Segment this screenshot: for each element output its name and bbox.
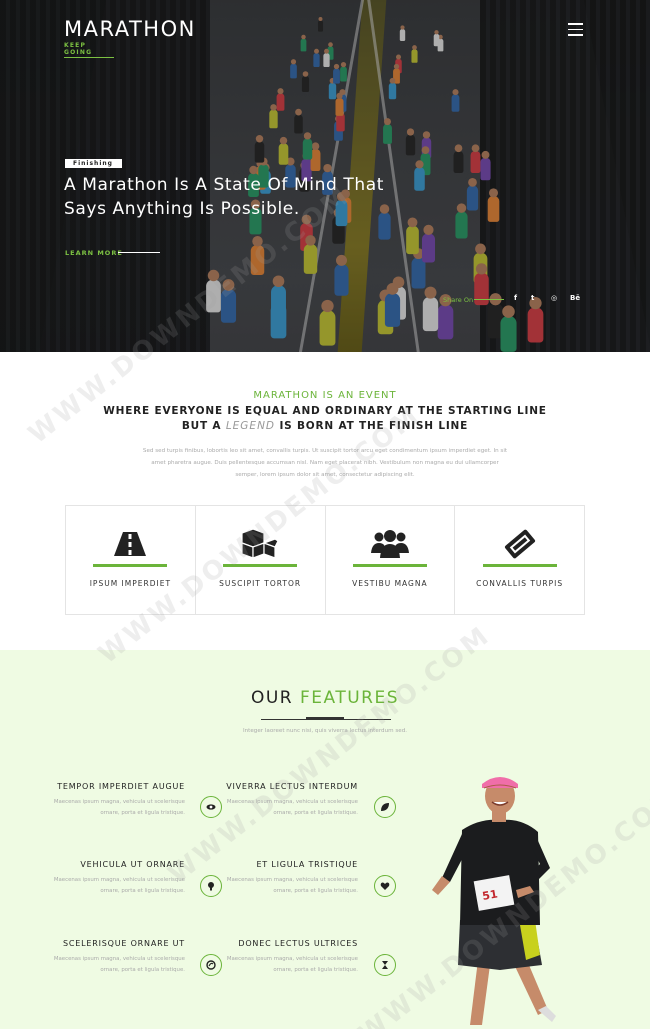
card-bar: [352, 564, 427, 567]
event-title-line1: WHERE EVERYONE IS EQUAL AND ORDINARY AT …: [103, 405, 547, 417]
cubes-icon: [240, 526, 280, 562]
card-ipsum-imperdiet[interactable]: IPSUM IMPERDIET: [66, 506, 196, 614]
card-convallis-turpis[interactable]: CONVALLIS TURPIS: [455, 506, 584, 614]
facebook-icon[interactable]: f: [514, 294, 517, 302]
dribbble-icon[interactable]: ◎: [551, 294, 557, 302]
feature-desc: Maecenas ipsum magna, vehicula ut sceler…: [53, 877, 185, 894]
users-icon: [370, 526, 410, 562]
share-label: Share On: [443, 296, 474, 304]
event-title: WHERE EVERYONE IS EQUAL AND ORDINARY AT …: [0, 404, 650, 434]
brand-title: MARATHON: [64, 17, 196, 41]
title-pre: BUT A: [181, 420, 226, 432]
feature-item: ET LIGULA TRISTIQUE Maecenas ipsum magna…: [208, 860, 358, 897]
features-subtitle: Integer laoreet nunc nisi, quis viverra …: [242, 728, 408, 734]
card-label: SUSCIPIT TORTOR: [219, 579, 302, 588]
features-rule-accent: [306, 717, 344, 719]
brand-tagline: KEEP GOING: [64, 42, 114, 58]
ticket-icon: [500, 526, 540, 562]
feature-item: VIVERRA LECTUS INTERDUM Maecenas ipsum m…: [208, 782, 358, 819]
feature-title: DONEC LECTUS ULTRICES: [238, 939, 358, 948]
feature-title: VIVERRA LECTUS INTERDUM: [226, 782, 358, 791]
features-title-highlight: FEATURES: [300, 688, 400, 708]
feature-desc: Maecenas ipsum magna, vehicula ut sceler…: [53, 799, 185, 816]
svg-text:51: 51: [481, 888, 498, 903]
behance-icon[interactable]: Bē: [570, 294, 580, 302]
features-section: OUR FEATURES Integer laoreet nunc nisi, …: [0, 650, 650, 1029]
learn-more-underline: [118, 252, 160, 253]
feature-title: SCELERISQUE ORNARE UT: [63, 939, 185, 948]
card-label: VESTIBU MAGNA: [352, 579, 428, 588]
feature-item: DONEC LECTUS ULTRICES Maecenas ipsum mag…: [208, 939, 358, 976]
title-legend: LEGEND: [225, 420, 276, 432]
feature-title: TEMPOR IMPERDIET AUGUE: [57, 782, 185, 791]
features-title-plain: OUR: [250, 688, 301, 708]
feature-item: TEMPOR IMPERDIET AUGUE Maecenas ipsum ma…: [35, 782, 185, 819]
brand-logo[interactable]: MARATHON KEEP GOING: [64, 17, 196, 58]
features-rule: [261, 719, 391, 720]
leaf-icon: [374, 796, 396, 818]
event-title-line2: BUT A LEGEND IS BORN AT THE FINISH LINE: [0, 419, 650, 434]
event-cards: IPSUM IMPERDIET SUSCIPIT TORTOR VESTIBU …: [65, 505, 585, 615]
title-post: IS BORN AT THE FINISH LINE: [275, 420, 469, 432]
hourglass-icon: [374, 954, 396, 976]
feature-desc: Maecenas ipsum magna, vehicula ut sceler…: [226, 956, 358, 973]
feature-desc: Maecenas ipsum magna, vehicula ut sceler…: [226, 799, 358, 816]
road-icon: [110, 526, 150, 562]
card-suscipit-tortor[interactable]: SUSCIPIT TORTOR: [196, 506, 326, 614]
feature-title: VEHICULA UT ORNARE: [80, 860, 185, 869]
event-copy: Sed sed turpis finibus, lobortis leo sit…: [142, 448, 508, 478]
card-label: CONVALLIS TURPIS: [476, 579, 564, 588]
feature-item: VEHICULA UT ORNARE Maecenas ipsum magna,…: [35, 860, 185, 897]
feature-desc: Maecenas ipsum magna, vehicula ut sceler…: [226, 877, 358, 894]
features-title: OUR FEATURES: [0, 688, 650, 708]
feature-desc: Maecenas ipsum magna, vehicula ut sceler…: [53, 956, 185, 973]
card-vestibu-magna[interactable]: VESTIBU MAGNA: [326, 506, 456, 614]
feature-title: ET LIGULA TRISTIQUE: [256, 860, 358, 869]
hero-headline: A Marathon Is A State Of Mind That Says …: [64, 175, 385, 219]
card-bar: [482, 564, 557, 567]
twitter-icon[interactable]: t: [531, 294, 534, 302]
card-bar: [93, 564, 168, 567]
card-label: IPSUM IMPERDIET: [89, 579, 172, 588]
event-section: MARATHON IS AN EVENT WHERE EVERYONE IS E…: [0, 352, 650, 650]
share-line: [474, 299, 504, 300]
feature-item: SCELERISQUE ORNARE UT Maecenas ipsum mag…: [35, 939, 185, 976]
hero-section: MARATHON KEEP GOING Finishing A Marathon…: [0, 0, 650, 352]
heart-icon: [374, 875, 396, 897]
hero-badge: Finishing: [65, 159, 122, 168]
learn-more-link[interactable]: LEARN MORE: [65, 249, 123, 257]
runner-photo: 51: [432, 777, 556, 1025]
menu-icon[interactable]: [568, 23, 583, 37]
event-kicker: MARATHON IS AN EVENT: [253, 390, 397, 401]
card-bar: [223, 564, 298, 567]
